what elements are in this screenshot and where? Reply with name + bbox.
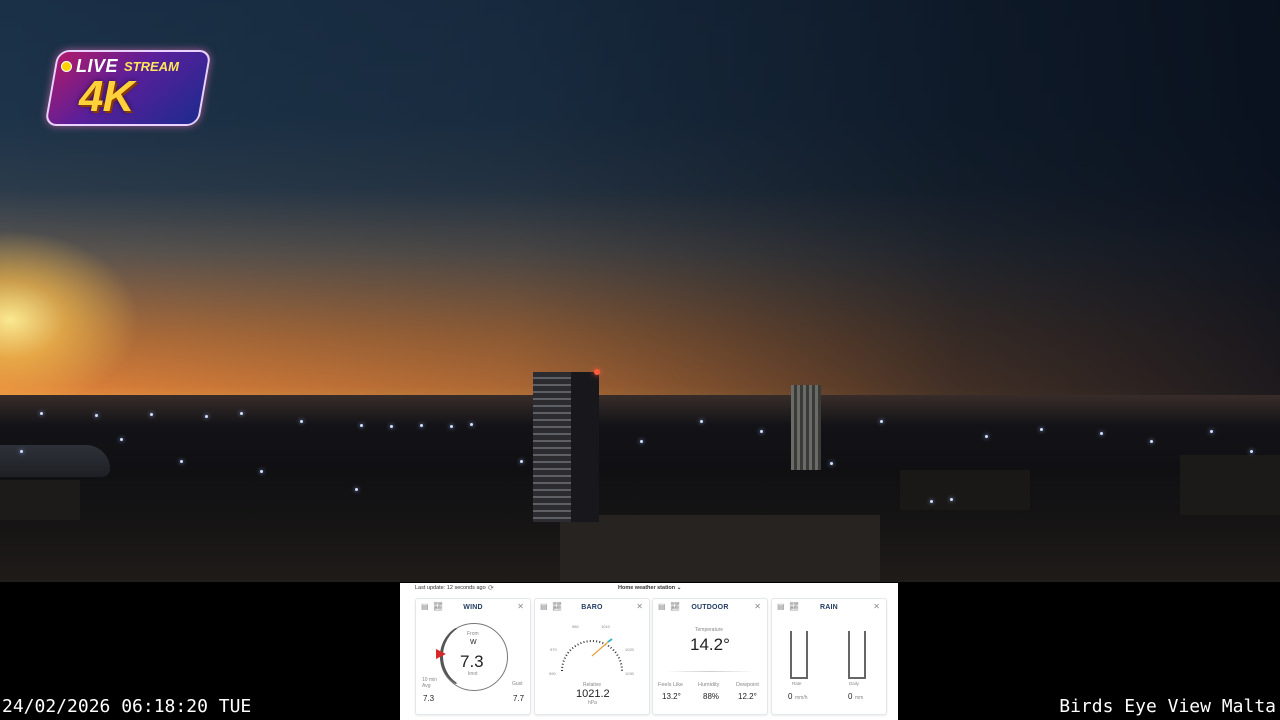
rain-daily-value: 0: [848, 692, 853, 701]
dewpoint-value: 12.2°: [738, 692, 757, 701]
channel-name-overlay: Birds Eye View Malta: [1059, 696, 1276, 717]
refresh-icon[interactable]: ⟳: [488, 584, 494, 592]
wind-card-title: WIND: [463, 604, 483, 611]
outdoor-card-title: OUTDOOR: [691, 604, 729, 611]
wind-card: ▤ 📈︎ WIND ✕ From W 7.3 knot 10 min Avg 7…: [415, 598, 531, 715]
rain-rate-label: Rate: [792, 681, 802, 686]
city-lights: [0, 400, 1280, 530]
badge-resolution-text: 4K: [79, 72, 134, 121]
rain-daily-unit: mm: [855, 695, 864, 701]
outdoor-card: ▤ 📈︎ OUTDOOR ✕ Temperature 14.2° Feels L…: [652, 598, 768, 715]
rain-daily-label: Daily: [849, 681, 860, 686]
baro-tick-label: 1010: [601, 624, 610, 629]
wind-direction-arrow-icon: [436, 649, 446, 659]
station-selector[interactable]: Home weather station ⌄: [618, 585, 681, 591]
rain-rate-value: 0: [788, 692, 793, 701]
wind-unit: knot: [468, 671, 478, 677]
humidity-value: 88%: [703, 692, 720, 701]
baro-tick-label: 1020: [625, 647, 634, 652]
wind-direction: W: [470, 639, 477, 646]
baro-tick-label: 1030: [625, 671, 634, 676]
baro-card-title: BARO: [581, 604, 603, 611]
close-icon[interactable]: ✕: [636, 602, 643, 611]
humidity-label: Humidity: [698, 682, 720, 688]
baro-needle: [591, 641, 609, 657]
live-dot-icon: [61, 60, 72, 72]
timestamp-overlay: 24/02/2026 06:18:20 TUE: [2, 696, 252, 717]
baro-card: ▤ 📈︎ BARO ✕ 980 1010 970 1020 990 1030 R…: [534, 598, 650, 715]
feels-like-label: Feels Like: [658, 682, 684, 688]
baro-tick-label: 980: [572, 624, 579, 629]
rain-rate-gauge: [790, 631, 808, 679]
feels-like-value: 13.2°: [662, 692, 681, 701]
temperature-value: 14.2°: [690, 635, 730, 654]
close-icon[interactable]: ✕: [517, 602, 524, 611]
close-icon[interactable]: ✕: [873, 602, 880, 611]
rain-daily-gauge: [848, 631, 866, 679]
baro-tick-label: 970: [550, 647, 557, 652]
wind-gust-value: 7.7: [513, 694, 525, 703]
close-icon[interactable]: ✕: [754, 602, 761, 611]
wind-avg-value: 7.3: [423, 694, 435, 703]
live-stream-4k-badge: LIVE STREAM 4K: [44, 50, 212, 126]
rain-card-title: RAIN: [820, 604, 838, 611]
temperature-label: Temperature: [695, 627, 724, 633]
aviation-light: [594, 369, 600, 375]
weather-station-panel: Last update: 12 seconds ago ⟳ Home weath…: [400, 583, 898, 720]
baro-value: 1021.2: [576, 688, 610, 700]
baro-unit: hPa: [588, 700, 597, 706]
rain-card: ▤ 📈︎ RAIN ✕ Rate Daily 0 mm/h 0 mm: [771, 598, 887, 715]
wind-avg-label: 10 min Avg: [422, 677, 438, 689]
chevron-down-icon: ⌄: [676, 585, 682, 591]
rain-rate-unit: mm/h: [795, 695, 808, 701]
dewpoint-label: Dewpoint: [736, 682, 759, 688]
wind-from-label: From: [467, 631, 479, 637]
baro-tick-label: 990: [549, 671, 556, 676]
wind-gust-label: Gust: [512, 681, 523, 687]
last-update-text: Last update: 12 seconds ago: [415, 585, 486, 591]
wind-speed: 7.3: [460, 652, 484, 671]
